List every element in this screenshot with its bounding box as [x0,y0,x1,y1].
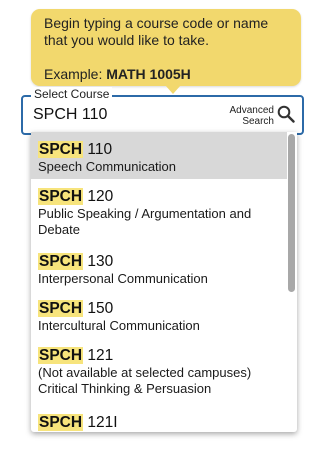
course-prefix-highlight: SPCH [38,347,84,364]
course-description: Speech Communication [38,159,177,174]
course-code: SPCH 121 [38,346,281,365]
tooltip-example: Example: MATH 1005H [44,66,288,83]
course-option[interactable]: SPCH 130 Interpersonal Communication [31,244,287,291]
course-suggestions-dropdown[interactable]: SPCH 110 Speech Communication SPCH 120 Publ… [31,132,297,432]
course-number: 121 [87,347,114,364]
dropdown-scrollbar[interactable] [288,134,295,292]
course-option[interactable]: SPCH 121I(Not available at selected camp… [31,405,287,432]
course-search-field[interactable]: Advanced Search [21,95,304,135]
advanced-search-label-2: Search [242,116,274,127]
course-option[interactable]: SPCH 150 Intercultural Communication [31,291,287,338]
advanced-search-label-1: Advanced [229,105,274,116]
course-prefix-highlight: SPCH [38,414,84,431]
course-code: SPCH 121I [38,413,281,432]
tooltip-example-label: Example: [44,66,103,82]
tooltip-example-value: MATH 1005H [106,66,191,82]
course-prefix-highlight: SPCH [38,141,84,158]
course-code: SPCH 130 [38,252,281,271]
tooltip-instructions: Begin typing a course code or name that … [44,15,269,48]
course-number: 130 [87,253,114,270]
course-option[interactable]: SPCH 110 Speech Communication [31,132,287,179]
advanced-search-link[interactable]: Advanced Search [230,105,274,127]
course-number: 121I [87,414,118,431]
course-code: SPCH 110 [38,140,281,159]
course-description: (Not available at selected campuses) [38,365,252,380]
suggestion-list: SPCH 110 Speech Communication SPCH 120 Publ… [31,132,287,432]
course-number: 110 [87,141,113,158]
course-option[interactable]: SPCH 120 Public Speaking / Argumentation … [31,179,287,244]
course-description: Public Speaking / Argumentation and Deba… [38,206,252,237]
course-code: SPCH 150 [38,299,281,318]
course-number: 150 [87,300,114,317]
field-label: Select Course [31,87,113,101]
course-description: Interpersonal Communication [38,271,208,286]
course-prefix-highlight: SPCH [38,253,84,270]
course-description: Critical Thinking & Persuasion [38,381,212,396]
course-option[interactable]: SPCH 121 (Not available at selected campu… [31,338,287,405]
course-code: SPCH 120 [38,187,281,206]
course-prefix-highlight: SPCH [38,300,84,317]
course-search-input[interactable] [33,97,213,133]
course-description: Intercultural Communication [38,318,200,333]
search-icon[interactable] [277,105,295,123]
course-number: 120 [87,188,114,205]
tooltip-arrow [165,85,181,94]
help-tooltip: Begin typing a course code or name that … [31,9,301,86]
course-prefix-highlight: SPCH [38,188,84,205]
